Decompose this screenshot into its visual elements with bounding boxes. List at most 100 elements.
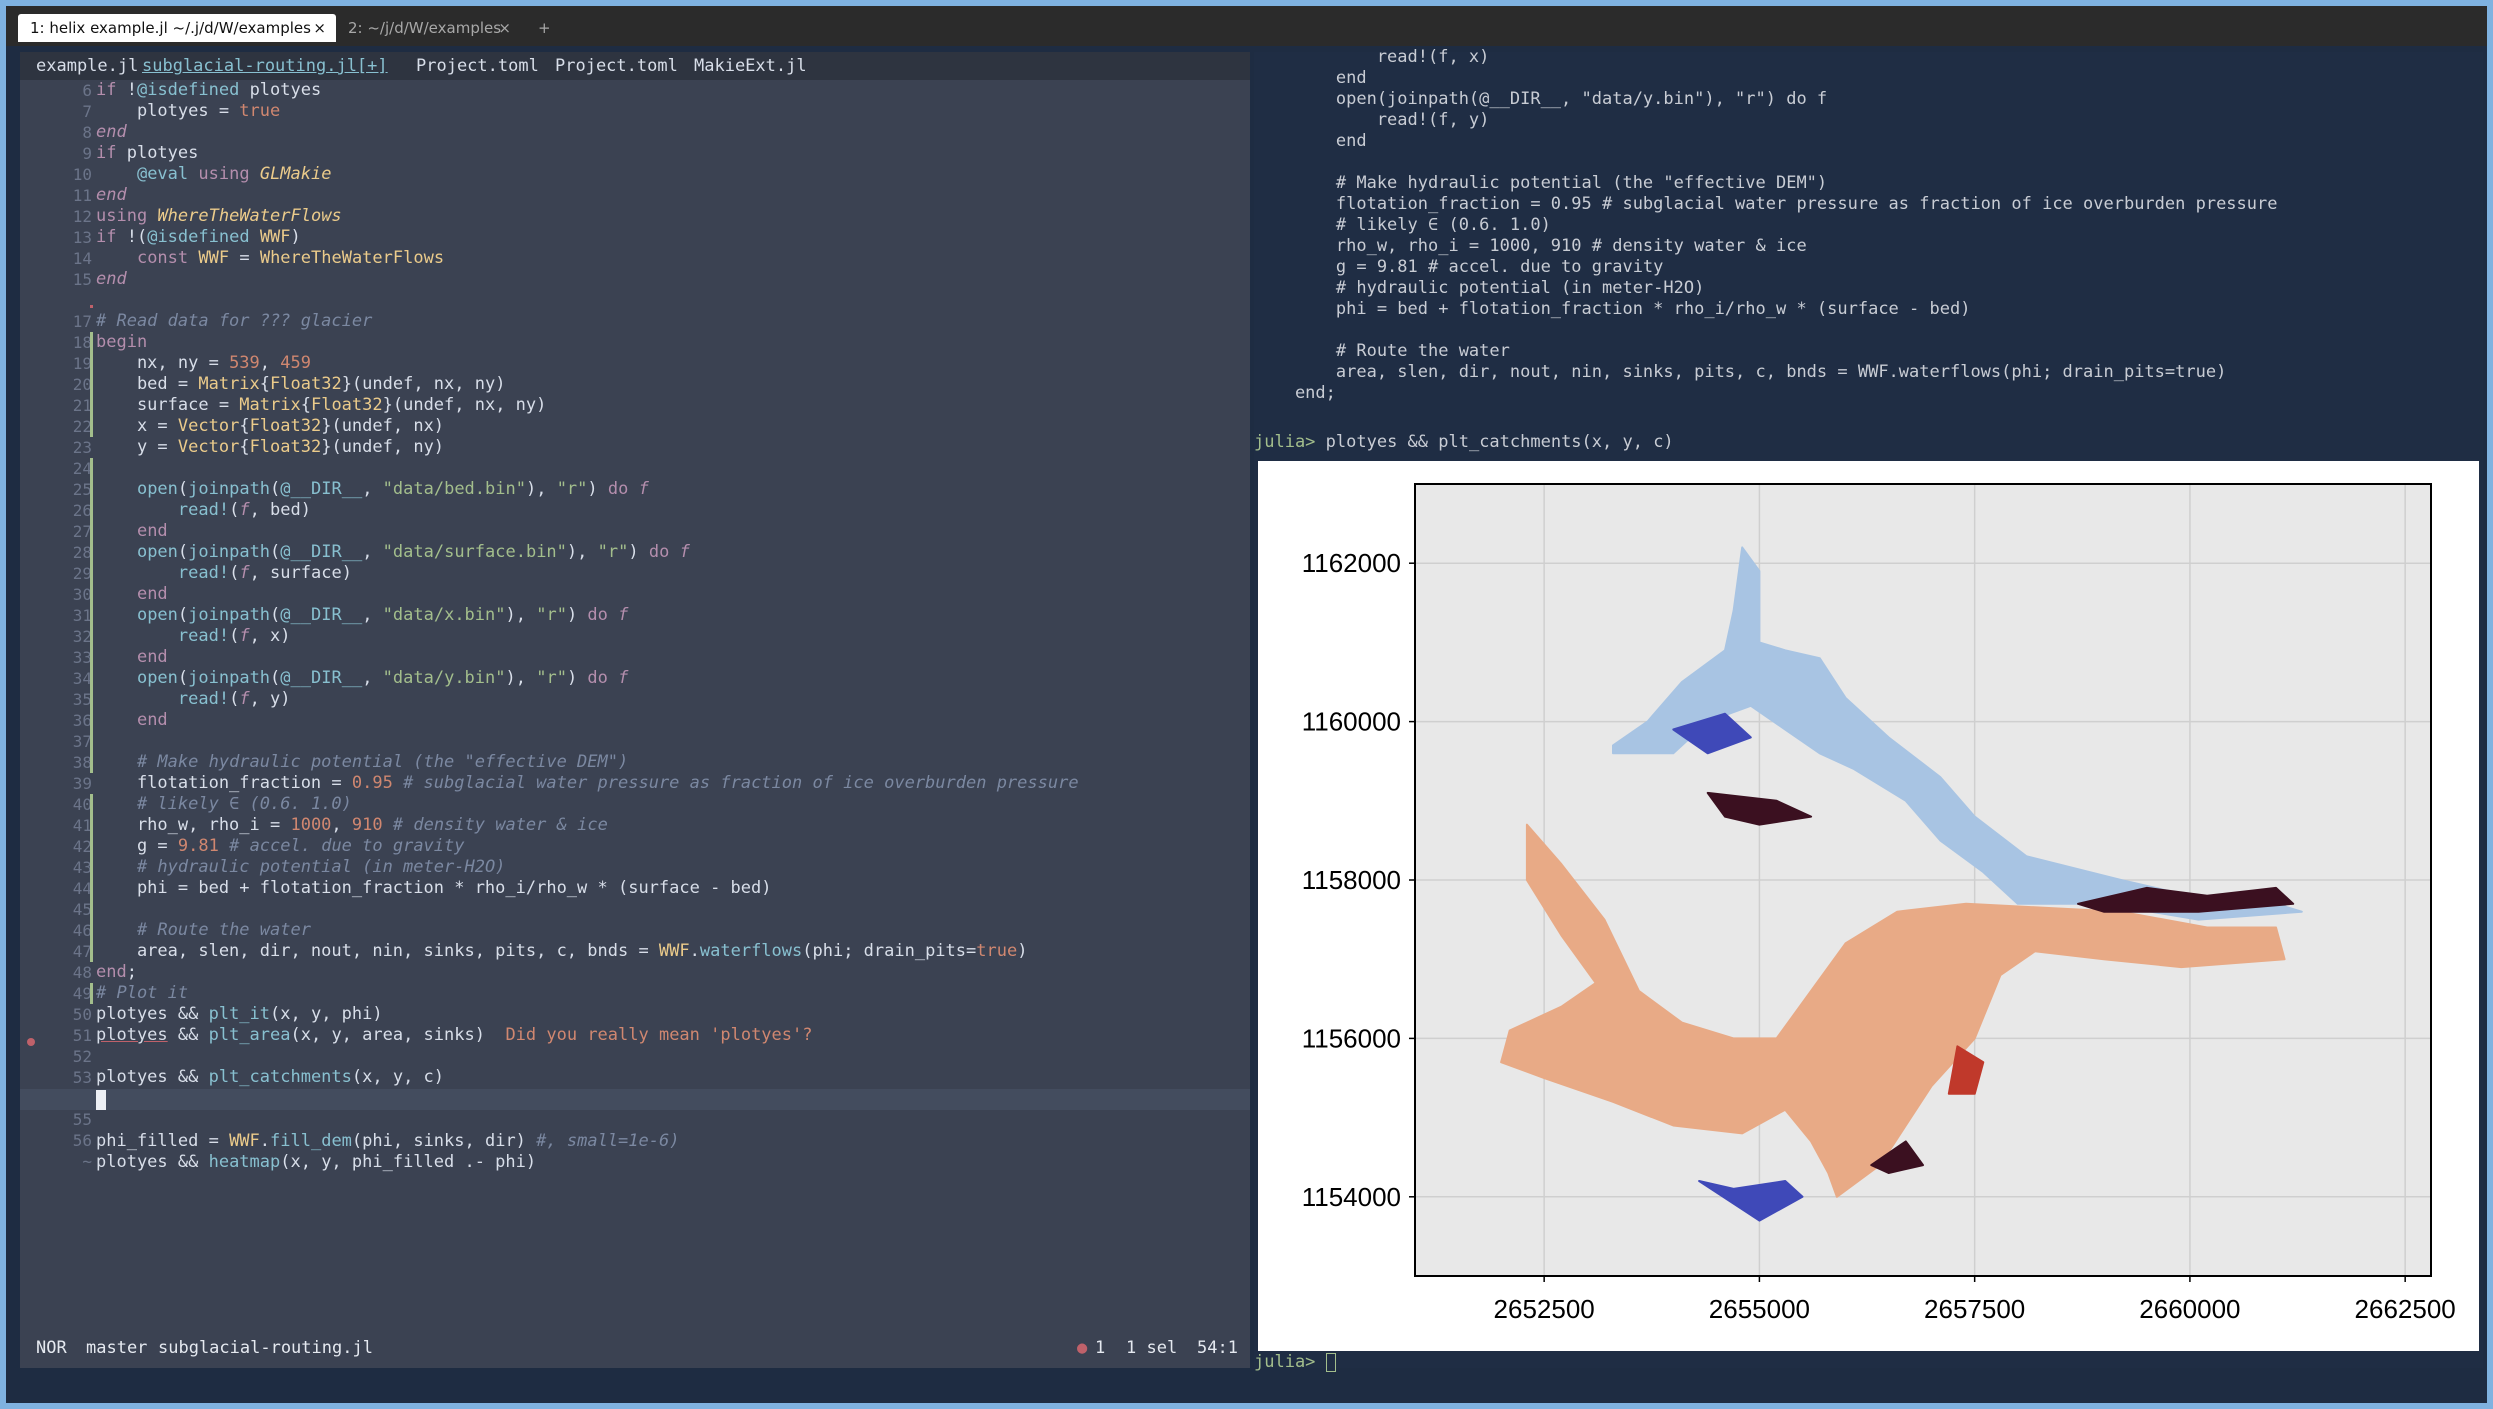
repl-output-line: open(joinpath(@__DIR__, "data/y.bin"), "… — [1254, 89, 1828, 109]
git-change-marker — [90, 794, 93, 962]
buffer-tab-makieext[interactable]: MakieExt.jl — [694, 52, 807, 80]
code-line: const WWF = WhereTheWaterFlows — [136, 248, 445, 268]
repl-output-line: # Route the water — [1254, 341, 1510, 361]
code-line: open(joinpath(@__DIR__, "data/surface.bi… — [136, 542, 690, 562]
code-line: plotyes && plt_it(x, y, phi) — [96, 1004, 383, 1024]
line-number: 12 — [72, 207, 92, 226]
error-count: 1 — [1095, 1338, 1106, 1358]
close-icon[interactable]: × — [313, 14, 326, 42]
line-number: 42 — [72, 837, 92, 856]
code-line: read!(f, y) — [177, 689, 291, 709]
repl-output-line: read!(f, y) — [1254, 110, 1490, 130]
line-number: 34 — [72, 669, 92, 688]
tab-shell[interactable]: 2: ~/j/d/W/examples × — [336, 14, 521, 42]
repl-command-line: julia> plotyes && plt_catchments(x, y, c… — [1254, 432, 1674, 453]
buffer-tab-subglacial-routing[interactable]: subglacial-routing.jl[+] — [142, 52, 388, 80]
x-tick-label: 2652500 — [1494, 1294, 1595, 1324]
code-line: begin — [96, 332, 148, 352]
line-number: 45 — [72, 900, 92, 919]
line-number: 19 — [72, 354, 92, 373]
line-number: 9 — [82, 144, 92, 163]
repl-output-line: phi = bed + flotation_fraction * rho_i/r… — [1254, 299, 1971, 319]
repl-output-line: # Make hydraulic potential (the "effecti… — [1254, 173, 1828, 193]
line-number: 29 — [72, 564, 92, 583]
julia-repl-pane[interactable]: read!(f, x) end open(joinpath(@__DIR__, … — [1254, 47, 2483, 1372]
line-number: 32 — [72, 627, 92, 646]
code-line: plotyes = true — [96, 101, 281, 121]
error-diagnostic-icon[interactable] — [27, 1038, 35, 1046]
line-number: 40 — [72, 795, 92, 814]
code-line: @eval using GLMakie — [136, 164, 332, 184]
plot-window[interactable]: 2652500 2655000 2657500 2660000 2662500 11540… — [1258, 461, 2479, 1351]
editor-pane[interactable]: example.jl subglacial-routing.jl[+] Proj… — [20, 52, 1250, 1368]
new-tab-button[interactable]: + — [526, 14, 556, 42]
repl-input-line[interactable]: julia> — [1254, 1352, 1336, 1373]
code-line: end — [96, 122, 127, 142]
x-tick-label: 2662500 — [2355, 1294, 2456, 1324]
line-number: 36 — [72, 711, 92, 730]
repl-output-line: end — [1254, 131, 1367, 151]
repl-output-line: read!(f, x) — [1254, 47, 1490, 67]
code-line: # Route the water — [136, 920, 311, 940]
code-line: # Read data for ??? glacier — [96, 311, 373, 331]
code-line: phi = bed + flotation_fraction * rho_i/r… — [96, 878, 772, 898]
code-line: end — [136, 647, 168, 667]
line-number: 31 — [72, 606, 92, 625]
line-number: 10 — [72, 165, 92, 184]
mode-indicator: NOR — [36, 1338, 67, 1358]
code-line: plotyes && plt_catchments(x, y, c) — [96, 1067, 445, 1087]
line-number: 11 — [72, 186, 92, 205]
buffer-tab-project-toml[interactable]: Project.toml — [555, 52, 678, 80]
y-tick-label: 1162000 — [1302, 548, 1401, 578]
x-tick-label: 2655000 — [1709, 1294, 1810, 1324]
line-number: 47 — [72, 942, 92, 961]
tab-helix[interactable]: 1: helix example.jl ~/.j/d/W/examples × — [18, 14, 336, 42]
code-line: end — [96, 269, 127, 289]
code-line: flotation_fraction = 0.95 # subglacial w… — [96, 773, 1079, 793]
git-deletion-marker — [90, 305, 93, 308]
status-bar: NOR master subglacial-routing.jl ● 1 1 s… — [20, 1334, 1250, 1362]
git-change-marker — [90, 458, 93, 773]
line-number: 17 — [72, 312, 92, 331]
code-line: using WhereTheWaterFlows — [96, 206, 342, 226]
repl-output-line: flotation_fraction = 0.95 # subglacial w… — [1254, 194, 2278, 214]
line-number: 24 — [72, 459, 92, 478]
buffer-line: example.jl subglacial-routing.jl[+] Proj… — [20, 52, 1250, 80]
git-change-marker — [90, 332, 93, 437]
line-number: 52 — [72, 1047, 92, 1066]
cursor-line-highlight — [20, 1089, 1250, 1110]
line-number: 7 — [82, 102, 92, 121]
selection-count: 1 sel — [1126, 1338, 1178, 1358]
tab-bar: 1: helix example.jl ~/.j/d/W/examples × … — [6, 6, 2487, 46]
line-number: 21 — [72, 396, 92, 415]
code-line: end — [136, 584, 168, 604]
code-line: read!(f, x) — [177, 626, 291, 646]
line-number: 35 — [72, 690, 92, 709]
line-number: 13 — [72, 228, 92, 247]
repl-output-line: # likely ∈ (0.6. 1.0) — [1254, 215, 1551, 235]
line-number: 28 — [72, 543, 92, 562]
repl-output-line: # hydraulic potential (in meter-H2O) — [1254, 278, 1705, 298]
y-tick-label: 1158000 — [1302, 865, 1401, 895]
code-line: # hydraulic potential (in meter-H2O) — [136, 857, 506, 877]
code-line: end — [136, 521, 168, 541]
close-icon[interactable]: × — [498, 14, 511, 42]
code-line: read!(f, surface) — [177, 563, 352, 583]
line-number: 53 — [72, 1068, 92, 1087]
code-area[interactable]: 6 7 8 9 10 11 12 13 14 15 17 18 19 20 21 22 23 24 25 26 27 28… — [20, 80, 1250, 1352]
repl-command: plotyes && plt_catchments(x, y, c) — [1325, 432, 1674, 452]
file-name: subglacial-routing.jl — [158, 1338, 373, 1358]
line-number: 22 — [72, 417, 92, 436]
tab-label: 2: ~/j/d/W/examples — [348, 19, 502, 37]
line-number: 30 — [72, 585, 92, 604]
error-count-icon: ● — [1077, 1338, 1088, 1358]
code-line: rho_w, rho_i = 1000, 910 # density water… — [96, 815, 608, 835]
buffer-tab-example[interactable]: example.jl — [36, 52, 138, 80]
line-number: ~ — [82, 1152, 92, 1171]
line-number: 41 — [72, 816, 92, 835]
buffer-tab-project-toml[interactable]: Project.toml — [416, 52, 539, 80]
line-number: 6 — [82, 81, 92, 100]
line-number: 8 — [82, 123, 92, 142]
terminal-cursor — [1325, 1352, 1336, 1372]
line-number: 46 — [72, 921, 92, 940]
